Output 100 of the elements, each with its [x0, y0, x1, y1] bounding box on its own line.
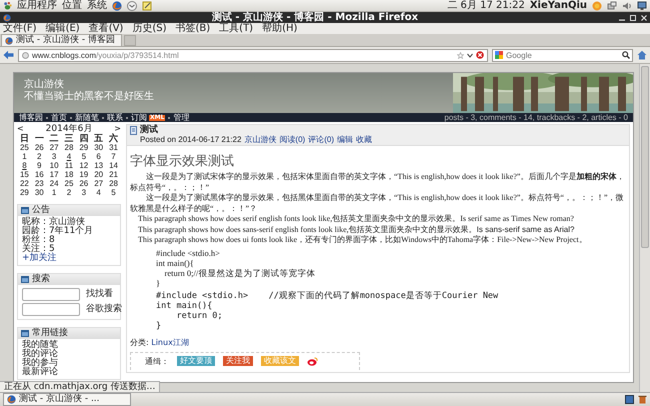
weibo-icon[interactable] [307, 356, 318, 366]
window-icon [21, 276, 29, 283]
post-action[interactable]: 评论(0) [308, 135, 334, 144]
firefox-launcher[interactable] [112, 0, 122, 10]
calendar-day: 1 [46, 188, 62, 197]
post-title[interactable]: 测试 [140, 126, 372, 135]
nav-link[interactable]: 订阅 [131, 113, 147, 122]
paragraph: This paragraph shows how does serif english fonts look like,包括英文里面夹杂中文的显示效果。Is serif same as Times New roman? [137, 214, 575, 224]
weekday-header: 二 [48, 134, 60, 143]
star-icon[interactable] [457, 52, 464, 58]
trash-icon[interactable] [638, 395, 647, 404]
menu-item[interactable]: 工具(T) [219, 23, 254, 34]
category-link[interactable]: Linux江湖 [151, 338, 189, 346]
calendar-day: 7 [106, 152, 121, 161]
share-button[interactable]: 关注我 [223, 356, 253, 366]
article-heading: 字体显示效果测试 [130, 154, 235, 170]
menu-item[interactable]: 历史(S) [132, 23, 166, 34]
search-button[interactable]: 找找看 [86, 289, 113, 300]
workspace-icon[interactable] [625, 395, 634, 404]
user-name[interactable]: XieYanQiu [530, 0, 587, 11]
sidebar-link[interactable]: 我的随笔 [22, 341, 116, 350]
firefox-icon [7, 395, 16, 404]
box-title: 常用链接 [32, 328, 68, 339]
profile-info: 昵称：京山游侠 [22, 218, 85, 227]
post-action[interactable]: 阅读(0) [279, 135, 306, 144]
search-bar[interactable]: Google [492, 48, 633, 62]
search-icon[interactable] [622, 51, 630, 59]
menu-item[interactable]: 帮助(H) [262, 23, 298, 34]
address-field[interactable]: www.cnblogs.com/youxia/p/3793514.html [18, 48, 488, 62]
nav-link[interactable]: 联系 [107, 113, 123, 122]
nav-link[interactable]: 新随笔 [75, 113, 99, 122]
calendar-day: 16 [32, 170, 47, 179]
search-button[interactable]: 谷歌搜索 [86, 304, 122, 315]
calendar-day: 17 [46, 170, 62, 179]
calendar-day: 25 [17, 143, 32, 152]
previous-month-link[interactable]: < [17, 124, 24, 134]
menu-item[interactable]: 编辑(E) [46, 23, 80, 34]
calendar-day: 11 [62, 161, 76, 170]
scrollbar[interactable] [639, 64, 650, 392]
window-icon [21, 207, 29, 214]
globe-icon [22, 52, 29, 58]
panel-menu[interactable]: 位置 [62, 0, 82, 11]
profile-info: 园龄：7年11个月 [22, 227, 94, 236]
firefox-icon [3, 14, 11, 22]
calendar-day: 27 [91, 179, 106, 188]
calendar-day: 28 [106, 179, 121, 188]
profile-info: 粉丝：8 [22, 236, 56, 245]
monitor-icon[interactable] [637, 0, 647, 10]
menu-item[interactable]: 查看(V) [88, 23, 124, 34]
notes-icon[interactable] [142, 0, 152, 10]
taskbar-button[interactable]: 测试 - 京山游侠 - ... [3, 393, 131, 406]
post-action[interactable]: 收藏 [356, 135, 372, 144]
menu-item[interactable]: 书签(B) [176, 23, 210, 34]
stop-icon[interactable] [476, 51, 484, 59]
weekday-header: 五 [93, 134, 104, 143]
search-input[interactable] [22, 288, 80, 301]
menu-item[interactable]: 文件(F) [3, 23, 37, 34]
calendar-day: 2 [32, 152, 47, 161]
calendar-day: 26 [32, 143, 47, 152]
profile-info: 关注：5 [22, 245, 55, 254]
paragraph: 这一段是为了测试宋体字的显示效果，包括宋体里面自带的英文字体，“This is english,how does it look like?”。后面几个字是加粗的宋体，标点符号“，。：；！” [130, 172, 626, 193]
blog-subtitle: 不懂当骑士的黑客不是好医生 [24, 91, 155, 103]
window-title: 测试 - 京山游侠 - 博客园 - Mozilla Firefox [210, 12, 420, 23]
follow-link[interactable]: +加关注 [22, 254, 116, 263]
sidebar-link[interactable]: 最新评论 [22, 368, 116, 377]
next-month-link[interactable]: > [114, 124, 121, 134]
back-icon[interactable] [3, 50, 14, 60]
calendar-day: 12 [76, 161, 92, 170]
scrollbar-thumb[interactable] [641, 66, 649, 248]
category-label: 分类: [130, 338, 149, 346]
search-input[interactable]: Google [506, 50, 619, 60]
clock[interactable]: 二 6月 17 21:22 [447, 0, 525, 11]
calendar-day: 28 [62, 143, 76, 152]
gnome-foot-icon[interactable] [3, 1, 12, 10]
post-action[interactable]: 编辑 [336, 135, 353, 144]
maximize-icon[interactable] [630, 14, 636, 20]
nav-link[interactable]: 管理 [173, 113, 190, 122]
calendar-day: 20 [91, 170, 106, 179]
code-text: #include <stdio.h> int main(){ return 0;//很显然这是为了测试等宽字体 } [156, 248, 316, 288]
author-link[interactable]: 京山游侠 [244, 135, 276, 144]
calendar-day: 10 [46, 161, 62, 170]
browser-tab[interactable]: 测试 - 京山游侠 - 博客园 [1, 34, 122, 46]
calendar-day: 29 [17, 188, 32, 197]
close-icon[interactable] [641, 14, 647, 20]
calendar-day: 2 [62, 188, 76, 197]
box-title: 公告 [32, 205, 50, 216]
calendar-day[interactable]: 8 [17, 161, 32, 170]
sidebar-link[interactable]: 我的参与 [22, 359, 116, 368]
weekday-header: 三 [63, 134, 74, 143]
search-engine-icon[interactable] [495, 51, 503, 59]
nav-link[interactable]: 博客园 [19, 113, 43, 122]
dropdown-icon[interactable] [467, 52, 473, 58]
search-input[interactable] [22, 303, 80, 316]
nav-link[interactable]: 首页 [51, 113, 67, 122]
sidebar-link[interactable]: 我的评论 [22, 350, 116, 359]
home-icon[interactable] [637, 50, 647, 60]
volume-icon[interactable] [622, 0, 632, 10]
paragraph: This paragraph shows how does sans-serif english fonts look like,包括英文里面夹杂中文的显示效果。Is sans-serif same as Arial? [137, 224, 576, 235]
paragraph: This paragraph shows how does ui fonts look like，还有专门的界面字体，比如Windows中的Tahoma字体：File->New->New Project。 [137, 235, 588, 246]
calendar-day[interactable]: 4 [62, 152, 76, 161]
